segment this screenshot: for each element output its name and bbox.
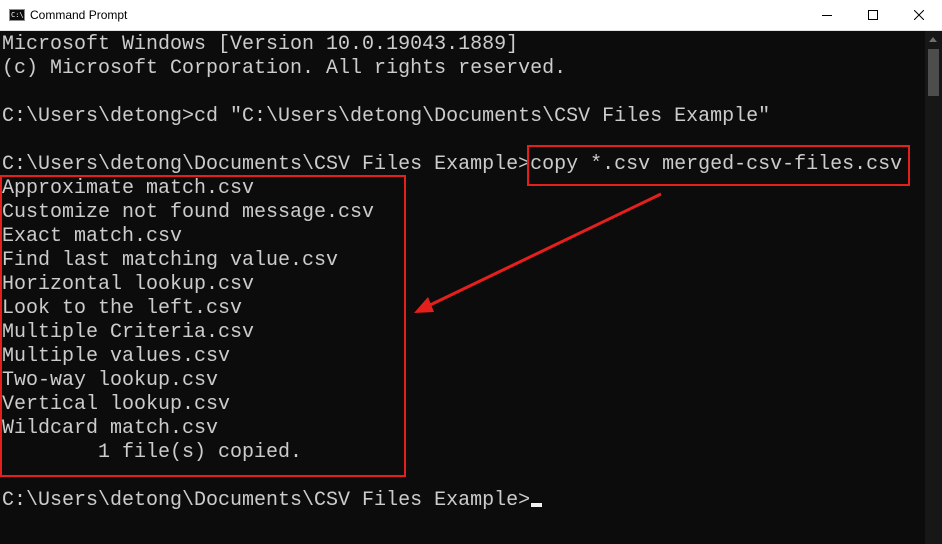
annotation-arrow bbox=[414, 192, 662, 313]
command-prompt-window: C:\ Command Prompt Microsoft Windows [Ve… bbox=[0, 0, 942, 544]
